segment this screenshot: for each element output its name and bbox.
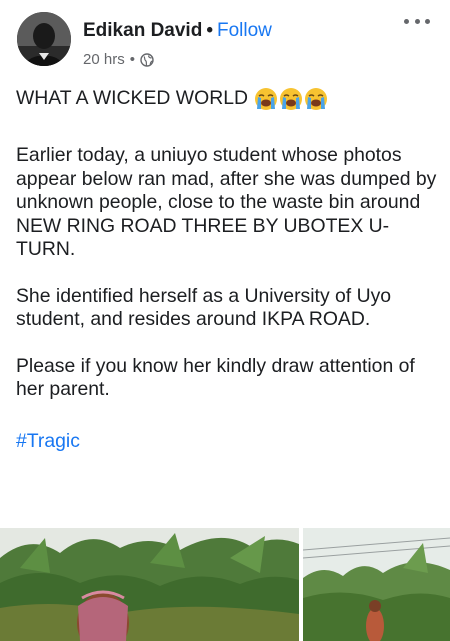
photo-grid	[0, 528, 450, 641]
more-horizontal-icon	[404, 18, 409, 24]
more-options-button[interactable]	[404, 14, 430, 28]
globe-icon	[140, 53, 154, 67]
facebook-post: Edikan David • Follow 20 hrs • WHAT A WICK…	[0, 0, 450, 641]
author-separator: •	[206, 20, 213, 41]
more-horizontal-icon	[414, 18, 420, 24]
follow-button[interactable]: Follow	[217, 20, 272, 41]
post-headline: WHAT A WICKED WORLD	[16, 87, 441, 111]
crying-face-icon	[305, 88, 327, 110]
more-horizontal-icon	[425, 18, 430, 24]
post-paragraph: She identified herself as a University o…	[16, 284, 392, 331]
hashtag-link[interactable]: #Tragic	[16, 430, 80, 454]
post-timestamp[interactable]: 20 hrs	[83, 51, 125, 69]
author-name[interactable]: Edikan David	[83, 20, 202, 41]
crying-face-icon	[255, 88, 277, 110]
post-paragraph: Please if you know her kindly draw atten…	[16, 354, 415, 401]
post-header: Edikan David • Follow 20 hrs •	[0, 0, 450, 80]
meta-separator: •	[129, 51, 135, 68]
headline-text: WHAT A WICKED WORLD	[16, 87, 248, 110]
emoji-group	[254, 87, 329, 111]
post-photo[interactable]	[303, 528, 450, 641]
crying-face-icon	[280, 88, 302, 110]
author-line: Edikan David • Follow	[83, 19, 272, 43]
post-body: WHAT A WICKED WORLD Earlier today, a uni…	[16, 87, 441, 453]
post-meta: 20 hrs •	[83, 51, 154, 69]
post-paragraph: Earlier today, a uniuyo student whose ph…	[16, 144, 437, 260]
post-photo[interactable]	[0, 528, 299, 641]
avatar[interactable]	[17, 12, 71, 66]
